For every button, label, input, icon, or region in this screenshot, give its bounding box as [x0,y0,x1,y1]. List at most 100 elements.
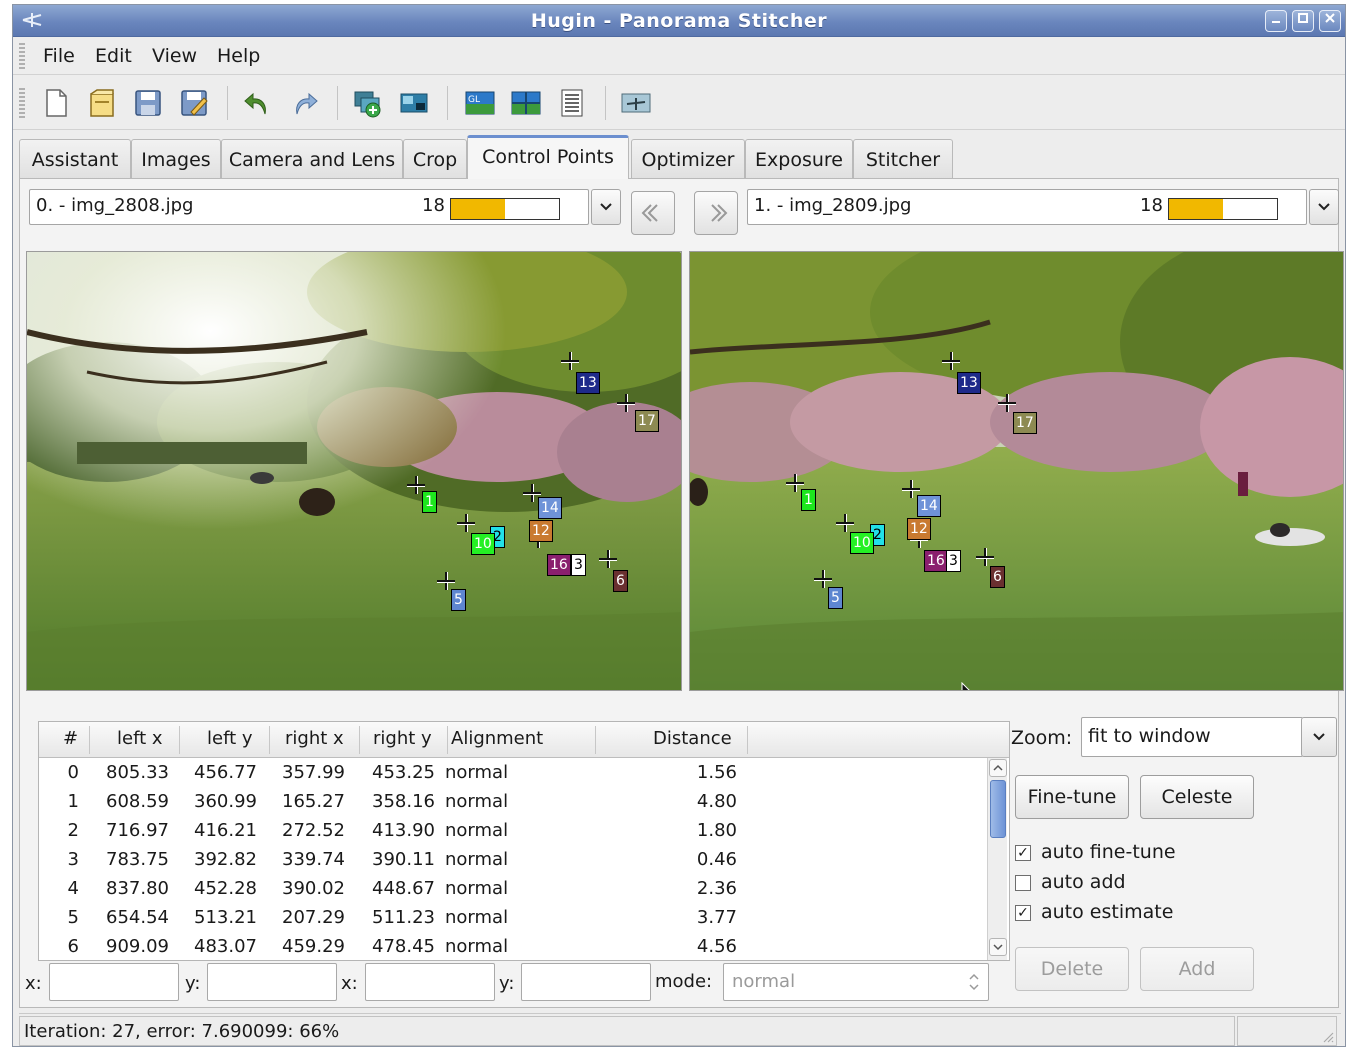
column-divider[interactable] [595,726,596,754]
celeste-button[interactable]: Celeste [1140,775,1254,819]
column-header-left-y[interactable]: left y [207,728,253,749]
menu-help[interactable]: Help [217,45,260,67]
auto-estimate-checkbox[interactable]: ✓ [1015,905,1031,921]
control-point-label[interactable]: 1 [801,489,816,511]
control-point-marker[interactable] [617,394,635,412]
left-image-selector[interactable]: 0. - img_2808.jpg 18 [29,189,589,225]
column-divider[interactable] [447,726,448,754]
scroll-up-button[interactable] [989,759,1007,777]
control-point-marker[interactable] [998,394,1016,412]
redo-button[interactable] [287,86,321,120]
previous-image-button[interactable] [631,191,675,235]
right-x-input[interactable] [365,963,495,1001]
menu-view[interactable]: View [152,45,197,67]
tab-optimizer[interactable]: Optimizer [631,139,745,179]
control-point-label[interactable]: 14 [538,497,562,519]
control-point-marker[interactable] [437,572,455,590]
toolbar-grip[interactable] [19,88,25,118]
column-header-distance[interactable]: Distance [653,728,732,749]
table-scrollbar[interactable] [987,758,1007,960]
gl-preview-button[interactable]: GL [463,86,497,120]
right-image-view[interactable]: 13 17 1 14 12 2 10 16 3 6 5 [689,251,1344,691]
control-point-marker[interactable] [942,352,960,370]
add-images-button[interactable] [351,86,385,120]
control-point-label[interactable]: 13 [957,372,981,394]
table-row[interactable]: 1 608.59 360.99 165.27 358.16 normal 4.80 [39,789,987,818]
table-row[interactable]: 5 654.54 513.21 207.29 511.23 normal 3.77 [39,905,987,934]
batch-list-button[interactable] [555,86,589,120]
tab-images[interactable]: Images [131,139,221,179]
control-point-label[interactable]: 16 [924,550,948,572]
column-divider[interactable] [89,726,90,754]
control-point-marker[interactable] [836,514,854,532]
control-point-label[interactable]: 13 [576,372,600,394]
tab-control-points[interactable]: Control Points [467,135,629,179]
next-image-button[interactable] [694,191,738,235]
tab-stitcher[interactable]: Stitcher [853,139,953,179]
fine-tune-button[interactable]: Fine-tune [1015,775,1129,819]
control-point-label[interactable]: 6 [990,566,1005,588]
delete-button[interactable]: Delete [1015,947,1129,991]
control-point-label[interactable]: 10 [850,532,874,554]
new-project-button[interactable] [39,86,73,120]
add-time-series-button[interactable] [397,86,431,120]
mode-select[interactable]: normal [723,963,989,1001]
preview-button[interactable] [509,86,543,120]
control-point-label[interactable]: 12 [907,518,931,540]
table-row[interactable]: 0 805.33 456.77 357.99 453.25 normal 1.56 [39,760,987,789]
left-image-dropdown-button[interactable] [591,189,621,225]
auto-fine-tune-checkbox[interactable]: ✓ [1015,845,1031,861]
menu-edit[interactable]: Edit [95,45,132,67]
save-button[interactable] [131,86,165,120]
zoom-dropdown-button[interactable] [1301,717,1337,757]
left-x-input[interactable] [49,963,179,1001]
scroll-down-button[interactable] [989,938,1007,956]
menu-file[interactable]: File [43,45,75,67]
save-as-button[interactable] [177,86,211,120]
control-point-marker[interactable] [457,514,475,532]
column-divider[interactable] [179,726,180,754]
control-point-label[interactable]: 17 [1013,412,1037,434]
control-point-label[interactable]: 5 [828,587,843,609]
right-y-input[interactable] [521,963,651,1001]
control-point-label[interactable]: 1 [422,491,437,513]
control-point-label[interactable]: 6 [613,570,628,592]
control-point-label[interactable]: 10 [471,533,495,555]
table-row[interactable]: 3 783.75 392.82 339.74 390.11 normal 0.46 [39,847,987,876]
undo-button[interactable] [241,86,275,120]
column-header-alignment[interactable]: Alignment [451,728,543,749]
title-bar[interactable]: Hugin - Panorama Stitcher [13,5,1345,37]
add-button[interactable]: Add [1140,947,1254,991]
auto-add-checkbox[interactable] [1015,875,1031,891]
control-point-label[interactable]: 3 [571,554,586,576]
right-image-selector[interactable]: 1. - img_2809.jpg 18 [747,189,1307,225]
open-project-button[interactable] [85,86,119,120]
column-divider[interactable] [269,726,270,754]
control-point-marker[interactable] [814,570,832,588]
table-row[interactable]: 4 837.80 452.28 390.02 448.67 normal 2.36 [39,876,987,905]
tab-assistant[interactable]: Assistant [19,139,131,179]
column-header-right-x[interactable]: right x [285,728,344,749]
tab-exposure[interactable]: Exposure [745,139,853,179]
resize-grip-icon[interactable] [1320,1029,1334,1043]
menubar-grip[interactable] [19,43,25,69]
close-button[interactable] [1319,10,1341,32]
column-header-number[interactable]: # [63,728,78,749]
control-point-marker[interactable] [976,548,994,566]
column-divider[interactable] [747,726,748,754]
control-point-label[interactable]: 3 [946,550,961,572]
tab-crop[interactable]: Crop [403,139,467,179]
zoom-select[interactable]: fit to window [1081,717,1303,757]
right-image-dropdown-button[interactable] [1309,189,1339,225]
control-point-marker[interactable] [561,352,579,370]
control-point-marker[interactable] [599,550,617,568]
table-row[interactable]: 6 909.09 483.07 459.29 478.45 normal 4.56 [39,934,987,963]
minimize-button[interactable] [1265,10,1287,32]
assistant-button[interactable] [619,86,653,120]
scrollbar-thumb[interactable] [990,780,1006,838]
column-header-right-y[interactable]: right y [373,728,432,749]
control-point-label[interactable]: 5 [451,589,466,611]
column-header-left-x[interactable]: left x [117,728,163,749]
control-point-label[interactable]: 17 [635,410,659,432]
table-row[interactable]: 2 716.97 416.21 272.52 413.90 normal 1.80 [39,818,987,847]
